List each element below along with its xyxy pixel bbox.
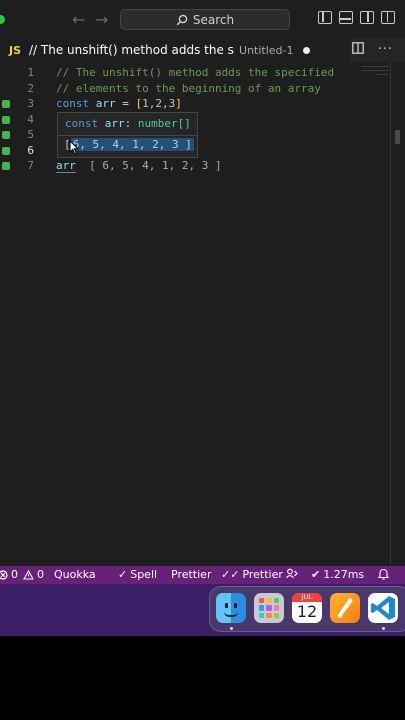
bracket: ] [175, 97, 182, 110]
calendar-day: 12 [296, 602, 318, 621]
split-editor-icon[interactable] [351, 42, 364, 58]
editor-tab[interactable]: JS // The unshift() method adds the spec… [0, 38, 350, 62]
line-number: 6 [27, 144, 34, 157]
line-number: 5 [27, 128, 34, 141]
code-line-3[interactable]: 3 const arr = [1,2,3] [0, 96, 390, 112]
quokka-inline-value: [ 6, 5, 4, 1, 2, 3 ] [89, 159, 222, 172]
pages-icon[interactable] [330, 593, 360, 623]
mouse-pointer-icon [69, 139, 80, 159]
prettier-status[interactable]: Prettier [171, 568, 211, 581]
colon: : [124, 117, 138, 130]
command-center-search[interactable]: Search [120, 9, 290, 30]
javascript-file-icon: JS [9, 43, 22, 57]
code-line-7[interactable]: 7 arr [ 6, 5, 4, 1, 2, 3 ] [0, 158, 390, 174]
operator: = [115, 97, 136, 110]
type-annotation: number[] [137, 117, 191, 130]
check-icon: ✓ [118, 568, 128, 581]
editor-tab-bar: JS // The unshift() method adds the spec… [0, 38, 405, 62]
spell-status[interactable]: ✓ Spell [118, 568, 157, 581]
macos-dock: JUL 12 [209, 586, 405, 632]
gutter-added-marker [2, 162, 10, 170]
numbers: 1,2,3 [142, 97, 176, 110]
variable: arr [95, 97, 116, 110]
status-bar: 0 0 Quokka ✓ Spell Prettier ✓✓ Prettier … [0, 566, 405, 584]
prettier-label: Prettier [242, 568, 283, 581]
prettier-format-status[interactable]: ✓✓ Prettier [221, 568, 283, 581]
window-zoom-button[interactable] [0, 15, 5, 24]
toggle-primary-sidebar-icon[interactable] [318, 11, 332, 24]
code-line-1[interactable]: 1 // The unshift() method adds the speci… [0, 65, 390, 81]
calendar-month: JUL [292, 593, 322, 602]
line-number: 4 [27, 113, 34, 126]
code-line-2[interactable]: 2 // elements to the beginning of an arr… [0, 81, 390, 97]
feedback-icon[interactable] [286, 568, 298, 579]
line-number: 1 [27, 66, 34, 79]
customize-layout-icon[interactable] [381, 11, 395, 24]
warning-count: 0 [37, 568, 44, 581]
variable: arr [104, 117, 125, 130]
layout-controls [318, 11, 395, 24]
quokka-timing[interactable]: ✔ 1.27ms [311, 568, 364, 581]
search-label: Search [192, 12, 235, 27]
editor-actions: ··· [351, 42, 393, 58]
search-icon [176, 14, 188, 25]
toggle-secondary-sidebar-icon[interactable] [360, 11, 374, 24]
finder-icon[interactable] [216, 593, 246, 623]
line-number: 7 [27, 159, 34, 172]
line-number: 2 [27, 82, 34, 95]
gutter-added-marker [2, 147, 10, 155]
vscode-running-indicator [382, 627, 385, 630]
more-actions-icon[interactable]: ··· [378, 42, 393, 58]
editor-scrollbar[interactable] [390, 62, 405, 566]
gutter-added-marker [2, 116, 10, 124]
keyword: const [56, 97, 90, 110]
variable[interactable]: arr [56, 159, 76, 173]
warning-icon [23, 569, 34, 580]
hover-value[interactable]: [6, 5, 4, 1, 2, 3 ] [64, 138, 194, 151]
gutter-added-marker [2, 100, 10, 108]
code-statement: const arr = [1,2,3] [56, 96, 182, 112]
tab-filename: Untitled-1 [239, 43, 294, 57]
calendar-icon[interactable]: JUL 12 [292, 593, 322, 623]
double-check-icon: ✓✓ [221, 568, 240, 581]
error-count: 0 [11, 568, 18, 581]
divider [58, 135, 197, 136]
back-arrow-icon[interactable]: ← [72, 10, 85, 29]
unsaved-dot-icon[interactable] [302, 46, 310, 54]
gutter-added-marker [2, 131, 10, 139]
problems-indicator[interactable]: 0 0 [0, 568, 44, 581]
spell-label: Spell [130, 568, 158, 581]
timing-value: 1.27ms [323, 568, 365, 581]
toggle-panel-icon[interactable] [339, 11, 353, 24]
notifications-bell-icon[interactable] [378, 568, 389, 580]
finder-running-indicator [230, 627, 233, 630]
line-number: 3 [27, 97, 34, 110]
code-comment: // The unshift() method adds the specifi… [56, 66, 335, 79]
scrollbar-thumb[interactable] [395, 130, 400, 144]
quokka-status[interactable]: Quokka [54, 568, 96, 581]
hover-signature: const arr: number[] [65, 117, 191, 130]
selected-value: 6, 5, 4, 1, 2, 3 ] [70, 138, 194, 151]
vscode-icon[interactable] [368, 593, 398, 623]
tab-title: // The unshift() method adds the specifi [29, 43, 235, 57]
code-statement: arr [ 6, 5, 4, 1, 2, 3 ] [56, 158, 222, 174]
code-comment: // elements to the beginning of an array [56, 82, 321, 95]
code-editor[interactable]: 1 // The unshift() method adds the speci… [0, 62, 405, 566]
forward-arrow-icon[interactable]: → [95, 10, 108, 29]
error-icon [0, 569, 8, 580]
title-bar: ← → Search [0, 0, 405, 38]
launchpad-icon[interactable] [254, 593, 284, 623]
keyword: const [65, 117, 99, 130]
checkmark-icon: ✔ [311, 568, 321, 581]
